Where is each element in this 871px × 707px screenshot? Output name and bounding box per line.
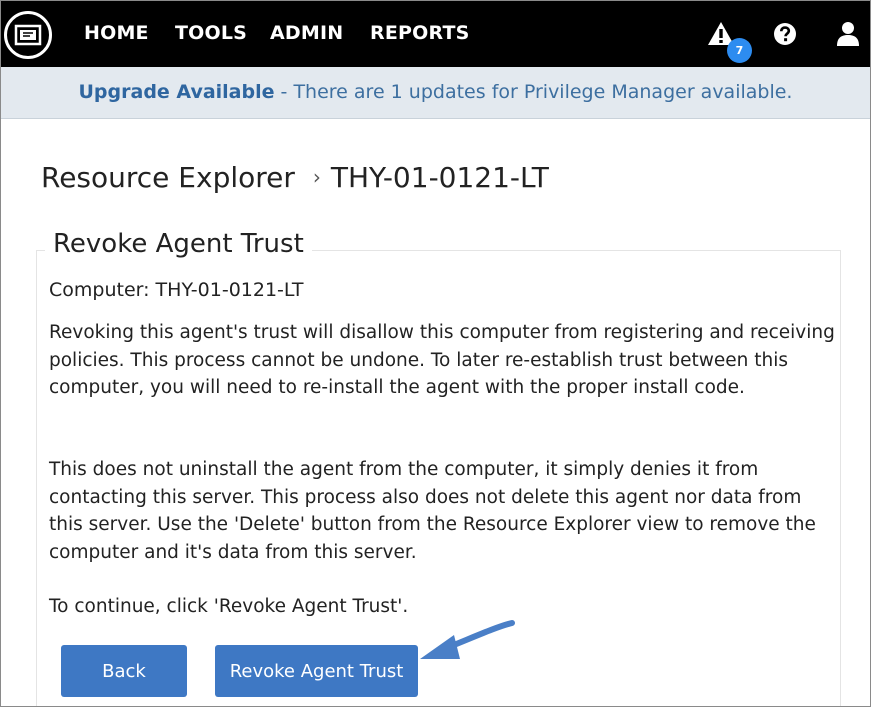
nav-home[interactable]: HOME: [84, 22, 149, 44]
upgrade-banner-message: - There are 1 updates for Privilege Mana…: [274, 81, 793, 103]
revoke-agent-trust-button[interactable]: Revoke Agent Trust: [215, 645, 418, 697]
breadcrumb-resource-explorer[interactable]: Resource Explorer: [41, 161, 295, 194]
revoke-description: Revoking this agent's trust will disallo…: [49, 322, 835, 398]
upgrade-banner: Upgrade Available - There are 1 updates …: [1, 67, 870, 119]
top-navbar: HOME TOOLS ADMIN REPORTS 7: [1, 1, 870, 67]
logo-icon[interactable]: [4, 11, 52, 59]
back-button[interactable]: Back: [61, 645, 187, 697]
breadcrumb-separator: ›: [312, 165, 321, 189]
pointer-arrow-icon: [420, 620, 515, 659]
nav-reports[interactable]: REPORTS: [370, 22, 470, 44]
help-icon[interactable]: [773, 22, 797, 50]
app-window: HOME TOOLS ADMIN REPORTS 7 Upgrade Avail…: [0, 0, 871, 707]
nav-tools[interactable]: TOOLS: [175, 22, 247, 44]
nav-admin[interactable]: ADMIN: [270, 22, 343, 44]
breadcrumb-current: THY-01-0121-LT: [330, 161, 549, 194]
alert-count-badge: 7: [727, 38, 752, 63]
breadcrumb: Resource Explorer › THY-01-0121-LT: [41, 161, 549, 194]
user-icon[interactable]: [836, 21, 860, 51]
upgrade-banner-link[interactable]: Upgrade Available: [79, 81, 275, 103]
panel-title: Revoke Agent Trust: [45, 229, 312, 259]
uninstall-note: This does not uninstall the agent from t…: [49, 459, 816, 563]
computer-name: Computer: THY-01-0121-LT: [49, 279, 304, 301]
